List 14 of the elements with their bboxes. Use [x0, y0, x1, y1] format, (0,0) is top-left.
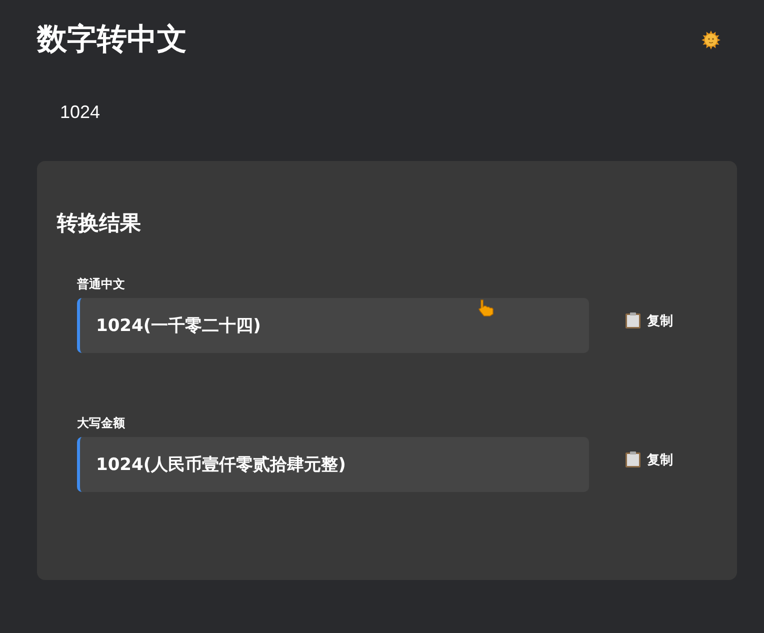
result-label: 普通中文 [77, 276, 126, 292]
page-title: 数字转中文 [37, 21, 187, 59]
card-title: 转换结果 [57, 210, 142, 237]
clipboard-icon [625, 451, 641, 468]
copy-button[interactable]: 复制 [623, 448, 675, 470]
result-label: 大写金额 [77, 415, 126, 431]
number-input[interactable]: 1024 [47, 98, 273, 127]
hand-cursor-icon [478, 299, 494, 317]
result-output: 1024(人民币壹仟零贰拾肆元整) [77, 437, 589, 492]
result-output: 1024(一千零二十四) [77, 298, 589, 353]
clipboard-icon [625, 312, 641, 329]
theme-toggle-button[interactable] [699, 28, 723, 52]
copy-button[interactable]: 复制 [623, 310, 675, 332]
sun-icon [702, 30, 720, 50]
